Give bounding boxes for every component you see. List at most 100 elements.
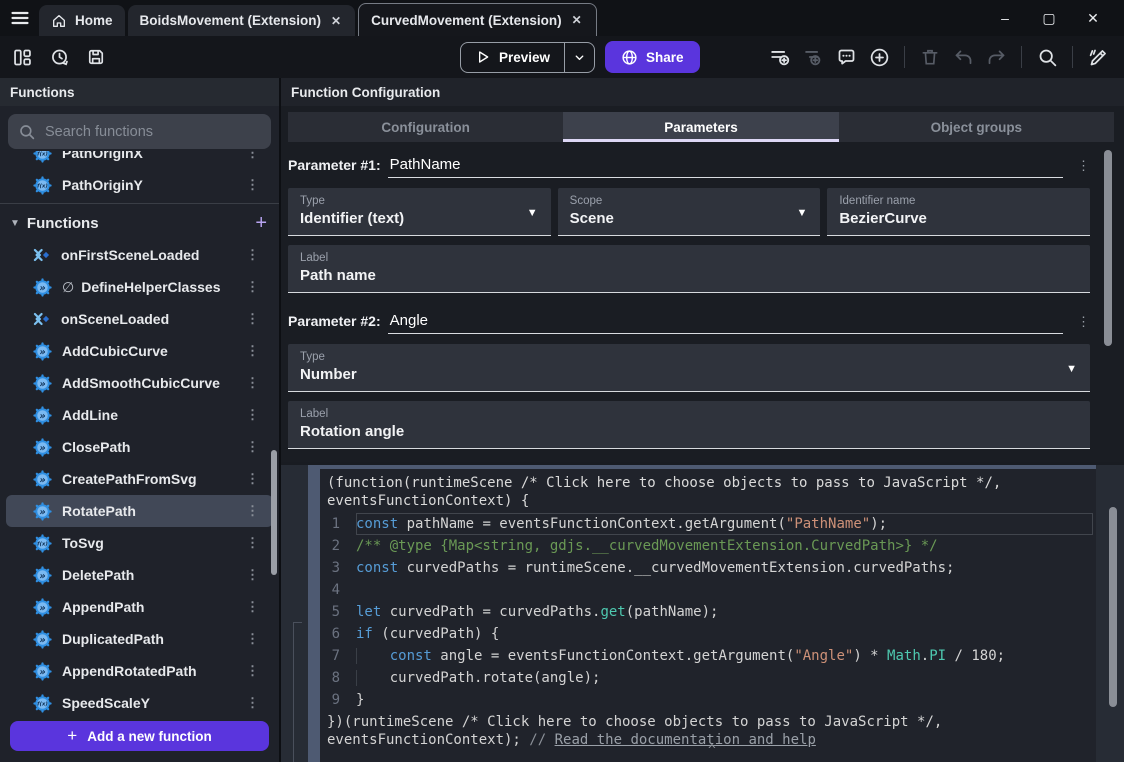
toolbar-divider bbox=[1072, 46, 1073, 68]
parameter-1-menu-icon[interactable]: ⋮ bbox=[1063, 158, 1090, 178]
tab-home[interactable]: Home bbox=[39, 5, 125, 36]
sidebar-scrollbar[interactable] bbox=[271, 450, 277, 575]
parameter-2-menu-icon[interactable]: ⋮ bbox=[1063, 314, 1090, 334]
function-list-item[interactable]: »DuplicatedPath⋮ bbox=[6, 623, 273, 655]
tab-configuration[interactable]: Configuration bbox=[288, 112, 563, 142]
project-manager-icon[interactable] bbox=[10, 45, 34, 69]
code-line[interactable]: 9} bbox=[320, 689, 1096, 711]
item-menu-icon[interactable]: ⋮ bbox=[242, 503, 263, 519]
function-list-item[interactable]: »ClosePath⋮ bbox=[6, 431, 273, 463]
code-line[interactable]: 5let curvedPath = curvedPaths.get(pathNa… bbox=[320, 601, 1096, 623]
add-function-button[interactable]: + Add a new function bbox=[10, 721, 269, 751]
maximize-icon[interactable]: ▢ bbox=[1034, 10, 1064, 27]
function-list-item[interactable]: »∅DefineHelperClasses⋮ bbox=[6, 271, 273, 303]
item-menu-icon[interactable]: ⋮ bbox=[242, 535, 263, 551]
code-line[interactable]: 2/** @type {Map<string, gdjs.__curvedMov… bbox=[320, 535, 1096, 557]
code-line[interactable]: 8 curvedPath.rotate(angle); bbox=[320, 667, 1096, 689]
code-line[interactable]: 3const curvedPaths = runtimeScene.__curv… bbox=[320, 557, 1096, 579]
param1-scope-select[interactable]: Scope Scene ▼ bbox=[558, 188, 821, 236]
tab-parameters[interactable]: Parameters bbox=[563, 112, 838, 142]
add-subevent-icon[interactable] bbox=[801, 45, 825, 69]
function-list-item[interactable]: f(x)ToSvg⋮ bbox=[6, 527, 273, 559]
undo-icon[interactable] bbox=[951, 45, 975, 69]
function-list-item[interactable]: »DeletePath⋮ bbox=[6, 559, 273, 591]
function-list-item[interactable]: onFirstSceneLoaded⋮ bbox=[6, 239, 273, 271]
item-menu-icon[interactable]: ⋮ bbox=[242, 567, 263, 583]
trash-icon[interactable] bbox=[918, 45, 942, 69]
js-code-event[interactable]: (function(runtimeScene /* Click here to … bbox=[308, 465, 1096, 762]
menu-icon[interactable] bbox=[0, 8, 39, 28]
item-menu-icon[interactable]: ⋮ bbox=[242, 407, 263, 423]
function-list-item[interactable]: »CreatePathFromSvg⋮ bbox=[6, 463, 273, 495]
edit-scene-icon[interactable] bbox=[1086, 45, 1110, 69]
parameter-2-name-input[interactable]: Angle bbox=[388, 312, 1063, 334]
function-list-item[interactable]: f(x)SpeedScaleY⋮ bbox=[6, 687, 273, 713]
item-menu-icon[interactable]: ⋮ bbox=[242, 471, 263, 487]
tab-boidsmovement[interactable]: BoidsMovement (Extension) ✕ bbox=[128, 5, 356, 36]
code-line[interactable]: 4 bbox=[320, 579, 1096, 601]
share-button[interactable]: Share bbox=[605, 41, 700, 73]
close-window-icon[interactable]: ✕ bbox=[1078, 10, 1108, 27]
code-lines[interactable]: 1const pathName = eventsFunctionContext.… bbox=[320, 513, 1096, 711]
item-menu-icon[interactable]: ⋮ bbox=[242, 177, 263, 193]
function-list-item[interactable]: f(x)PathOriginX⋮ bbox=[6, 151, 273, 169]
function-list-item[interactable]: »AppendPath⋮ bbox=[6, 591, 273, 623]
function-list-item[interactable]: »AddSmoothCubicCurve⋮ bbox=[6, 367, 273, 399]
item-menu-icon[interactable]: ⋮ bbox=[242, 279, 263, 295]
search-icon bbox=[18, 123, 36, 141]
param1-identifier-input[interactable]: Identifier name BezierCurve bbox=[827, 188, 1090, 236]
tab-object-groups[interactable]: Object groups bbox=[839, 112, 1114, 142]
close-icon[interactable]: ✕ bbox=[329, 12, 343, 30]
function-list-item[interactable]: onSceneLoaded⋮ bbox=[6, 303, 273, 335]
search-functions-input[interactable] bbox=[45, 124, 245, 140]
code-scrollbar[interactable] bbox=[1109, 507, 1117, 707]
item-menu-icon[interactable]: ⋮ bbox=[242, 343, 263, 359]
param1-label-input[interactable]: Label Path name bbox=[288, 245, 1090, 293]
preview-dropdown-button[interactable] bbox=[564, 43, 594, 72]
item-menu-icon[interactable]: ⋮ bbox=[242, 663, 263, 679]
function-list-item[interactable]: »AddCubicCurve⋮ bbox=[6, 335, 273, 367]
config-scrollbar[interactable] bbox=[1104, 150, 1112, 346]
expand-caret-icon[interactable]: ^ bbox=[708, 743, 716, 758]
save-icon[interactable] bbox=[84, 45, 108, 69]
add-comment-icon[interactable] bbox=[834, 45, 858, 69]
expression-gear-icon: f(x) bbox=[32, 175, 53, 196]
collapse-triangle-icon[interactable]: ▼ bbox=[10, 218, 20, 229]
code-line[interactable]: 1const pathName = eventsFunctionContext.… bbox=[320, 513, 1096, 535]
close-icon[interactable]: ✕ bbox=[570, 11, 584, 29]
preview-button[interactable]: Preview bbox=[460, 42, 595, 73]
item-menu-icon[interactable]: ⋮ bbox=[242, 631, 263, 647]
item-menu-icon[interactable]: ⋮ bbox=[242, 599, 263, 615]
code-wrapper-line: eventsFunctionContext) { bbox=[320, 492, 1096, 510]
function-name: DuplicatedPath bbox=[62, 631, 164, 647]
search-icon[interactable] bbox=[1035, 45, 1059, 69]
item-menu-icon[interactable]: ⋮ bbox=[242, 247, 263, 263]
add-event-icon[interactable] bbox=[768, 45, 792, 69]
functions-section-header[interactable]: ▼Functions+ bbox=[0, 207, 279, 239]
param2-label-input[interactable]: Label Rotation angle bbox=[288, 401, 1090, 449]
add-icon[interactable]: + bbox=[255, 212, 267, 235]
code-line[interactable]: 7 const angle = eventsFunctionContext.ge… bbox=[320, 645, 1096, 667]
function-list-item[interactable]: »AppendRotatedPath⋮ bbox=[6, 655, 273, 687]
item-menu-icon[interactable]: ⋮ bbox=[242, 375, 263, 391]
function-list-item[interactable]: f(x)PathOriginY⋮ bbox=[6, 169, 273, 201]
function-list-item[interactable]: »AddLine⋮ bbox=[6, 399, 273, 431]
function-list-item[interactable]: »RotatePath⋮ bbox=[6, 495, 273, 527]
item-menu-icon[interactable]: ⋮ bbox=[242, 311, 263, 327]
history-icon[interactable] bbox=[47, 45, 71, 69]
line-number: 6 bbox=[320, 623, 356, 645]
add-circle-icon[interactable] bbox=[867, 45, 891, 69]
redo-icon[interactable] bbox=[984, 45, 1008, 69]
search-functions-box[interactable] bbox=[8, 114, 271, 149]
minimize-icon[interactable]: – bbox=[990, 10, 1020, 26]
item-menu-icon[interactable]: ⋮ bbox=[242, 439, 263, 455]
item-menu-icon[interactable]: ⋮ bbox=[242, 695, 263, 711]
tab-curvedmovement[interactable]: CurvedMovement (Extension) ✕ bbox=[358, 3, 597, 36]
parameter-2-row: Parameter #2: Angle ⋮ bbox=[288, 312, 1090, 334]
expression-gear-icon: f(x) bbox=[32, 533, 53, 554]
code-line[interactable]: 6if (curvedPath) { bbox=[320, 623, 1096, 645]
param2-type-select[interactable]: Type Number ▼ bbox=[288, 344, 1090, 392]
param1-type-select[interactable]: Type Identifier (text) ▼ bbox=[288, 188, 551, 236]
parameter-1-name-input[interactable]: PathName bbox=[388, 156, 1063, 178]
item-menu-icon[interactable]: ⋮ bbox=[242, 151, 263, 161]
